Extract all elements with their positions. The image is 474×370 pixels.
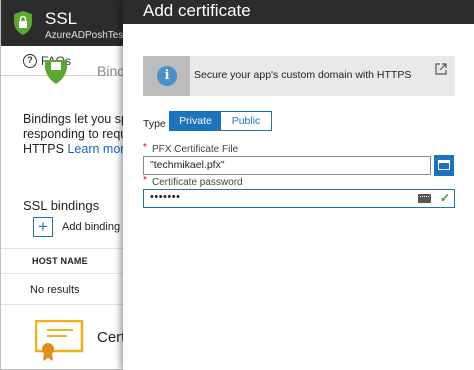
pfx-file-value: "techmikael.pfx" [150, 159, 225, 171]
certificates-heading: Certi [97, 329, 126, 346]
host-name-header-label: HOST NAME [32, 256, 88, 266]
ssl-blade-subtitle: AzureADPoshTest [45, 30, 126, 41]
shield-lock-icon [14, 11, 32, 35]
ssl-blade: SSL AzureADPoshTest ? FAQs Bindi Binding… [0, 0, 126, 370]
no-results-text: No results [30, 284, 80, 296]
bindings-illustration [45, 60, 67, 84]
bindings-description-line: responding to reque [23, 127, 126, 141]
divider [1, 304, 126, 305]
folder-icon [438, 160, 450, 170]
bindings-description-line: HTTPS Learn more [23, 142, 126, 156]
checkmark-icon: ✓ [439, 191, 450, 205]
type-label: Type [143, 118, 166, 130]
question-icon: ? [23, 54, 37, 68]
info-icon-box: i [143, 56, 190, 96]
info-icon: i [157, 66, 177, 86]
certificate-password-label: Certificate password [152, 177, 243, 188]
learn-more-link[interactable]: Learn more [67, 142, 126, 156]
info-banner[interactable]: i Secure your app's custom domain with H… [143, 56, 455, 96]
ssl-blade-title: SSL [45, 9, 78, 28]
bindings-description-line: Bindings let you spe [23, 112, 126, 126]
certificate-icon [35, 320, 84, 361]
add-certificate-title: Add certificate [143, 1, 251, 20]
type-toggle: Private Public [169, 111, 272, 131]
type-option-public[interactable]: Public [221, 112, 271, 130]
bindings-heading: Bindi [97, 63, 126, 79]
ssl-bindings-heading: SSL bindings [23, 198, 100, 213]
type-option-private[interactable]: Private [170, 112, 221, 130]
add-binding-button[interactable]: Add binding [62, 221, 120, 233]
add-certificate-blade: Add certificate i Secure your app's cust… [123, 0, 474, 370]
pfx-file-label: PFX Certificate File [152, 144, 239, 155]
pfx-file-input[interactable]: "techmikael.pfx" [143, 156, 431, 175]
certificate-password-value: ••••••• [150, 191, 181, 203]
certificate-password-input[interactable]: ••••••• ✓ [143, 189, 455, 208]
external-link-icon[interactable] [435, 63, 447, 75]
bindings-description-https: HTTPS [23, 142, 64, 156]
info-banner-text: Secure your app's custom domain with HTT… [194, 69, 412, 81]
plus-icon[interactable]: + [33, 217, 53, 237]
browse-file-button[interactable] [434, 155, 454, 176]
ssl-blade-header: SSL AzureADPoshTest [1, 0, 126, 46]
required-marker: * [143, 142, 147, 153]
add-certificate-header: Add certificate [123, 0, 474, 24]
required-marker: * [143, 175, 147, 186]
host-name-column-header[interactable]: HOST NAME [1, 248, 126, 274]
keyboard-icon[interactable] [418, 194, 431, 203]
